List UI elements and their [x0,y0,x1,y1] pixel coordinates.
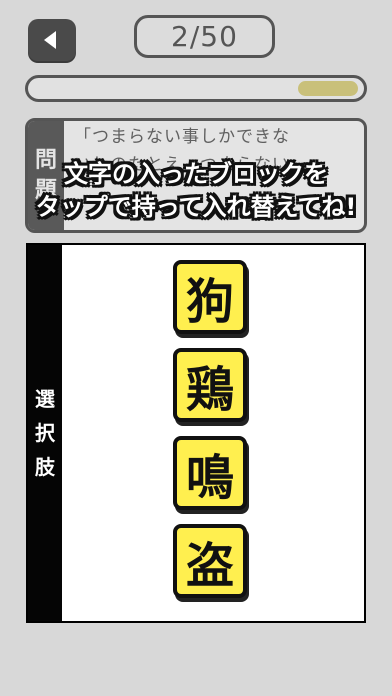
instruction-overlay: 文字の入ったブロックを タップで持って入れ替えてね! [0,158,392,224]
back-button[interactable] [28,19,76,61]
back-arrow-icon [44,31,56,49]
choice-tab: 選 択 肢 [28,245,62,621]
progress-fill [297,81,358,96]
question-counter: 2/50 [134,15,275,58]
character-tile[interactable]: 鶏 [173,348,247,422]
progress-bar [25,75,367,102]
character-tile[interactable]: 狗 [173,260,247,334]
question-line: 「つまらない事しかできな [74,127,290,147]
choice-tab-char: 選 [35,387,55,411]
choice-tab-char: 択 [35,421,55,445]
instruction-line: タップで持って入れ替えてね! [35,193,357,221]
character-tile[interactable]: 鳴 [173,436,247,510]
character-tile[interactable]: 盗 [173,524,247,598]
choice-tab-char: 肢 [35,455,55,479]
instruction-line: 文字の入ったブロックを [64,160,328,188]
tile-list: 狗 鶏 鳴 盗 [173,260,253,612]
choice-panel: 選 択 肢 狗 鶏 鳴 盗 [26,243,366,623]
